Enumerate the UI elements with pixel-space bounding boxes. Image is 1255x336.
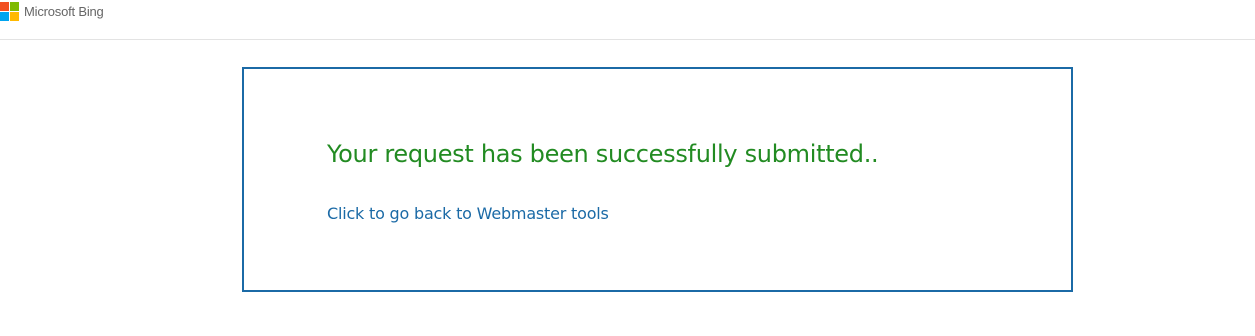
confirmation-card: Your request has been successfully submi… bbox=[242, 67, 1073, 292]
microsoft-logo-icon bbox=[0, 1, 19, 21]
brand-name: Microsoft Bing bbox=[24, 3, 104, 19]
bing-brand-link[interactable]: Microsoft Bing bbox=[0, 0, 104, 22]
back-to-webmaster-tools-link[interactable]: Click to go back to Webmaster tools bbox=[327, 204, 609, 223]
top-header: Microsoft Bing bbox=[0, 0, 1255, 40]
success-message: Your request has been successfully submi… bbox=[327, 140, 879, 168]
